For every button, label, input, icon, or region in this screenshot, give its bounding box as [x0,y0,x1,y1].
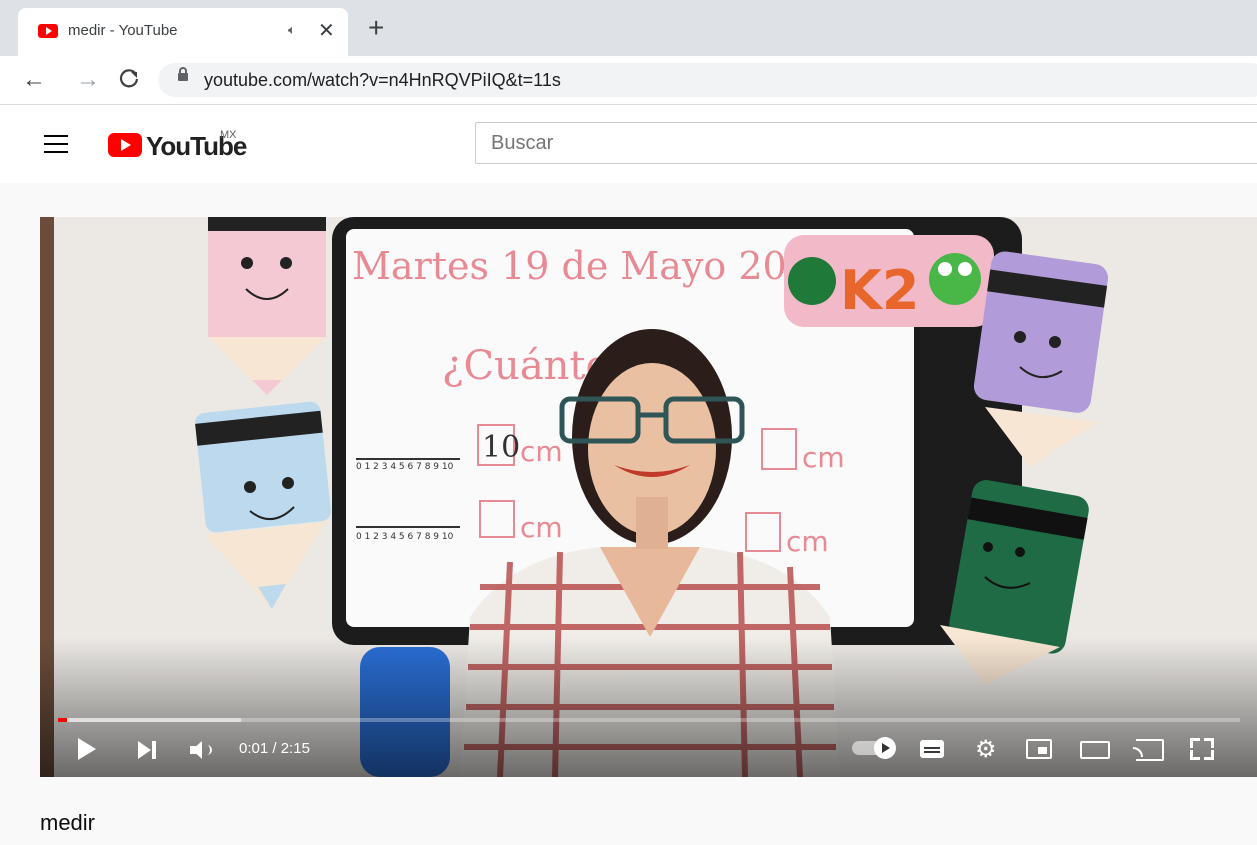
autoplay-toggle[interactable] [852,737,896,759]
reload-button[interactable] [118,67,140,96]
board-unit-2: cm [520,511,563,544]
reload-icon [119,69,139,88]
back-button[interactable]: ← [22,66,46,94]
autoplay-play-icon [874,737,896,759]
forward-button[interactable]: → [76,66,100,94]
youtube-masthead: YouTube MX [0,105,1257,183]
youtube-play-logo-icon [108,133,142,157]
board-measure-1-value: 10 [482,430,520,465]
settings-gear-icon[interactable]: ⚙ [975,738,997,766]
youtube-favicon-icon [38,24,58,38]
video-title: medir [40,810,96,835]
progress-buffered [58,718,242,722]
time-display: 0:01 / 2:15 [239,740,310,757]
region-code: MX [220,129,237,141]
browser-tab[interactable]: medir - YouTube 🔈︎ ✕ [18,8,348,56]
progress-bar[interactable] [58,718,1240,722]
volume-button[interactable] [190,737,218,765]
browser-tab-strip: medir - YouTube 🔈︎ ✕ + [0,0,1257,56]
miniplayer-button[interactable] [1026,739,1052,759]
progress-played [58,718,67,722]
volume-icon [205,745,212,755]
audio-playing-icon[interactable]: 🔈︎ [288,22,296,38]
search-input[interactable] [475,122,1257,164]
lock-icon[interactable] [178,67,188,81]
play-button[interactable] [78,738,96,760]
sign-text: K2 [840,259,919,322]
board-heading: Martes 19 de Mayo 2020 [352,244,835,288]
duration: 2:15 [280,740,310,757]
board-unit-4: cm [786,525,829,558]
tab-close-icon[interactable]: ✕ [318,18,335,43]
board-unit-3: cm [802,441,845,474]
time-separator: / [268,740,281,757]
tab-title: medir - YouTube [68,22,178,39]
k2-sign: K2 [784,235,994,327]
hamburger-menu-icon[interactable] [44,135,68,153]
theater-mode-button[interactable] [1080,741,1110,759]
new-tab-button[interactable]: + [368,12,384,44]
cast-button[interactable] [1133,739,1164,761]
controls-gradient [40,637,1257,777]
subtitles-button[interactable] [920,740,944,758]
address-bar[interactable]: youtube.com/watch?v=n4HnRQVPiIQ&t=11s [158,63,1257,97]
ruler-ticks-2: 0 1 2 3 4 5 6 7 8 9 10 [356,532,454,542]
board-unit-1: cm [520,435,563,468]
next-video-button[interactable] [138,737,160,765]
ruler-ticks-1: 0 1 2 3 4 5 6 7 8 9 10 [356,462,454,472]
browser-toolbar: ← → youtube.com/watch?v=n4HnRQVPiIQ&t=11… [0,56,1257,105]
url-text[interactable]: youtube.com/watch?v=n4HnRQVPiIQ&t=11s [204,70,561,91]
current-time: 0:01 [239,740,269,757]
fullscreen-button[interactable] [1190,738,1214,760]
video-player[interactable]: Martes 19 de Mayo 2020 ¿Cuánto 0 1 2 3 4… [40,217,1257,777]
